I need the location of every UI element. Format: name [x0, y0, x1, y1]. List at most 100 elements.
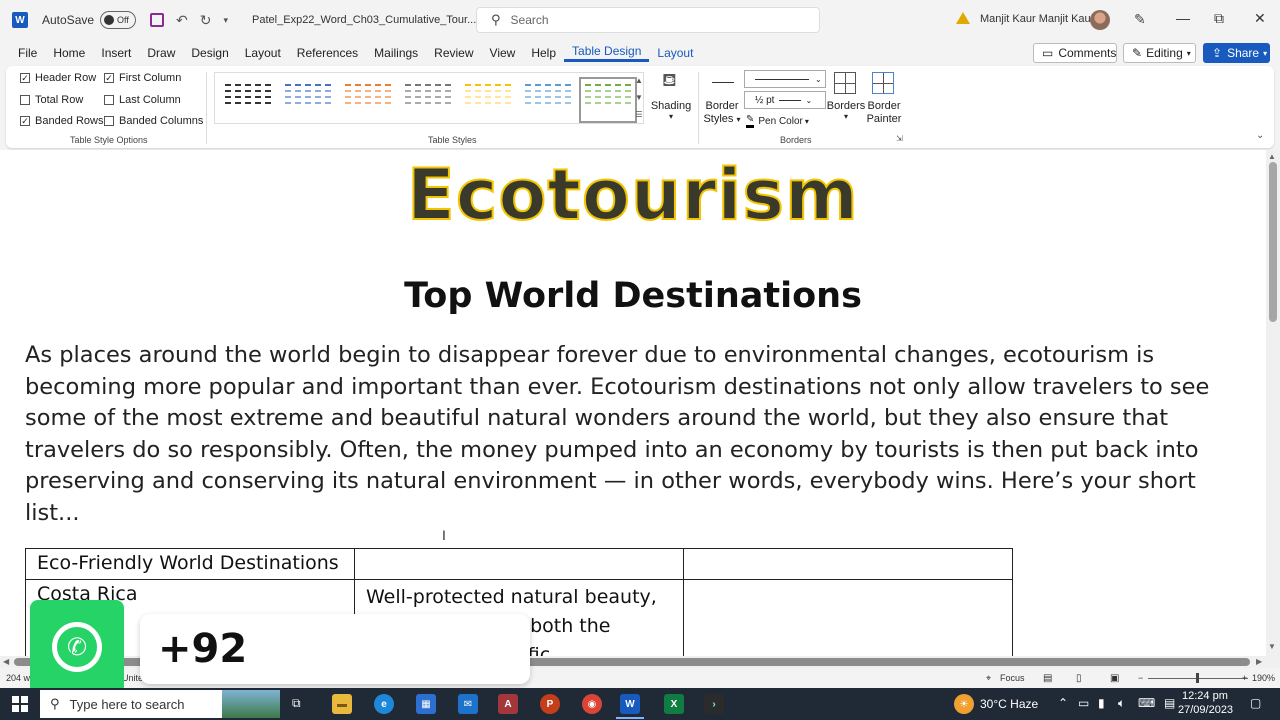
close-button[interactable]: ✕	[1254, 10, 1266, 27]
file-explorer-icon[interactable]: ▬	[332, 694, 352, 714]
read-mode-icon[interactable]: ▤	[1043, 673, 1052, 684]
excel-icon[interactable]: X	[664, 694, 684, 714]
redo-icon[interactable]: ↻	[200, 12, 212, 29]
chevron-up-icon[interactable]: ▲	[634, 72, 644, 89]
banded-columns-checkbox[interactable]: Banded Columns	[104, 115, 203, 127]
chrome-icon[interactable]: ◉	[582, 694, 602, 714]
table-cell[interactable]: Eco-Friendly World Destinations	[25, 548, 355, 580]
terminal-icon[interactable]: ›	[704, 694, 724, 714]
search-box[interactable]: ⚲ Search	[476, 7, 820, 33]
tab-table-design[interactable]: Table Design	[564, 44, 650, 62]
tab-help[interactable]: Help	[523, 46, 564, 60]
document-title[interactable]: Patel_Exp22_Word_Ch03_Cumulative_Tour...	[252, 14, 476, 26]
scroll-left-icon[interactable]: ◀	[3, 657, 9, 666]
zoom-slider-thumb[interactable]	[1196, 673, 1199, 683]
table-style-gray[interactable]	[403, 81, 453, 119]
powerpoint-icon[interactable]: P	[540, 694, 560, 714]
shading-button[interactable]: Shading ▾	[648, 100, 694, 121]
document-heading[interactable]: Ecotourism	[0, 153, 1266, 237]
tab-layout[interactable]: Layout	[237, 46, 289, 60]
warning-icon[interactable]	[956, 12, 970, 24]
scroll-right-icon[interactable]: ▶	[1256, 657, 1262, 666]
vertical-scrollbar[interactable]: ▲ ▼	[1266, 150, 1280, 656]
mail-icon[interactable]: ✉	[458, 694, 478, 714]
network-icon[interactable]: ▭	[1078, 696, 1089, 710]
battery-icon[interactable]: ▮	[1098, 696, 1105, 710]
word-taskbar-icon[interactable]: W	[620, 694, 640, 714]
more-icon[interactable]: ☰	[634, 106, 644, 123]
banded-rows-checkbox[interactable]: ✓ Banded Rows	[20, 115, 104, 127]
scroll-thumb[interactable]	[1269, 162, 1277, 322]
keyboard-icon[interactable]: ⌨	[1138, 696, 1155, 710]
table-style-light-blue[interactable]	[523, 81, 573, 119]
volume-icon[interactable]: 🔈︎	[1118, 696, 1125, 711]
last-column-checkbox[interactable]: Last Column	[104, 94, 181, 106]
task-view-icon[interactable]: ⧉	[292, 696, 301, 711]
tab-draw[interactable]: Draw	[139, 46, 183, 60]
collapse-ribbon-icon[interactable]: ⌄	[1256, 130, 1264, 141]
line-style-dropdown[interactable]: ⌄	[744, 70, 826, 88]
chevron-down-icon[interactable]: ▼	[634, 89, 644, 106]
paint-bucket-icon[interactable]: ⛾	[662, 70, 684, 92]
table-style-gold[interactable]	[463, 81, 513, 119]
tab-insert[interactable]: Insert	[93, 46, 139, 60]
zoom-in-icon[interactable]: +	[1242, 673, 1247, 683]
customize-toolbar-icon[interactable]: ▾	[224, 15, 229, 26]
document-paragraph[interactable]: As places around the world begin to disa…	[25, 340, 1250, 530]
tab-home[interactable]: Home	[45, 46, 93, 60]
table-cell[interactable]	[683, 548, 1013, 580]
document-page[interactable]: Ecotourism Top World Destinations As pla…	[0, 150, 1266, 656]
table-style-plain[interactable]	[223, 81, 273, 119]
word-count[interactable]: 204 w	[6, 673, 30, 683]
gallery-scroll[interactable]: ▲ ▼ ☰	[634, 72, 644, 124]
chevron-up-icon[interactable]: ⌃	[1058, 696, 1068, 710]
tab-review[interactable]: Review	[426, 46, 481, 60]
table-style-orange[interactable]	[343, 81, 393, 119]
line-weight-dropdown[interactable]: ½ pt ⌄	[744, 91, 826, 109]
undo-icon[interactable]: ↶	[176, 12, 188, 29]
focus-button[interactable]: Focus	[1000, 673, 1025, 683]
header-row-checkbox[interactable]: ✓ Header Row	[20, 72, 96, 84]
share-button[interactable]: ⇪ Share ▾	[1203, 43, 1270, 63]
table-style-green[interactable]	[579, 77, 637, 123]
tab-table-layout[interactable]: Layout	[649, 46, 701, 60]
avatar[interactable]	[1090, 10, 1110, 30]
landscape-widget-icon[interactable]	[222, 690, 280, 718]
zoom-out-icon[interactable]: −	[1138, 673, 1143, 683]
zoom-level[interactable]: 190%	[1252, 673, 1275, 683]
restore-button[interactable]: ⧉	[1214, 10, 1224, 27]
borders-icon[interactable]	[834, 72, 856, 94]
table-style-blue[interactable]	[283, 81, 333, 119]
user-name[interactable]: Manjit Kaur Manjit Kaur	[980, 13, 1094, 25]
tab-references[interactable]: References	[289, 46, 366, 60]
language-indicator-icon[interactable]: ▤	[1164, 696, 1175, 710]
borders-button[interactable]: Borders ▾	[824, 100, 868, 121]
border-painter-icon[interactable]	[872, 72, 894, 94]
scroll-down-icon[interactable]: ▼	[1268, 642, 1276, 651]
weather-text[interactable]: 30°C Haze	[980, 697, 1038, 711]
dialog-launcher-icon[interactable]: ⇲	[896, 134, 903, 143]
first-column-checkbox[interactable]: ✓ First Column	[104, 72, 181, 84]
clock-time[interactable]: 12:24 pm	[1182, 690, 1228, 702]
save-icon[interactable]	[150, 13, 165, 27]
print-layout-icon[interactable]: ▯	[1076, 673, 1082, 684]
tab-mailings[interactable]: Mailings	[366, 46, 426, 60]
windows-start-icon[interactable]	[12, 696, 28, 712]
tab-design[interactable]: Design	[183, 46, 236, 60]
total-row-checkbox[interactable]: Total Row	[20, 94, 83, 106]
border-styles-button[interactable]: Border Styles ▾	[702, 100, 742, 126]
comments-button[interactable]: ▭ Comments	[1033, 43, 1117, 63]
table-cell[interactable]	[683, 579, 1013, 656]
table-cell[interactable]	[354, 548, 684, 580]
notifications-icon[interactable]: ▢	[1250, 696, 1261, 710]
tab-view[interactable]: View	[482, 46, 524, 60]
pen-icon[interactable]: ✎	[1134, 11, 1146, 28]
clock-date[interactable]: 27/09/2023	[1178, 704, 1233, 716]
minimize-button[interactable]: —	[1176, 10, 1190, 26]
autosave-toggle[interactable]: Off	[100, 11, 137, 29]
edge-icon[interactable]: e	[374, 694, 394, 714]
scroll-up-icon[interactable]: ▲	[1268, 152, 1276, 161]
web-layout-icon[interactable]: ▣	[1110, 673, 1119, 684]
access-icon[interactable]: A	[498, 694, 518, 714]
pen-color-button[interactable]: ✎ Pen Color ▾	[746, 114, 809, 128]
